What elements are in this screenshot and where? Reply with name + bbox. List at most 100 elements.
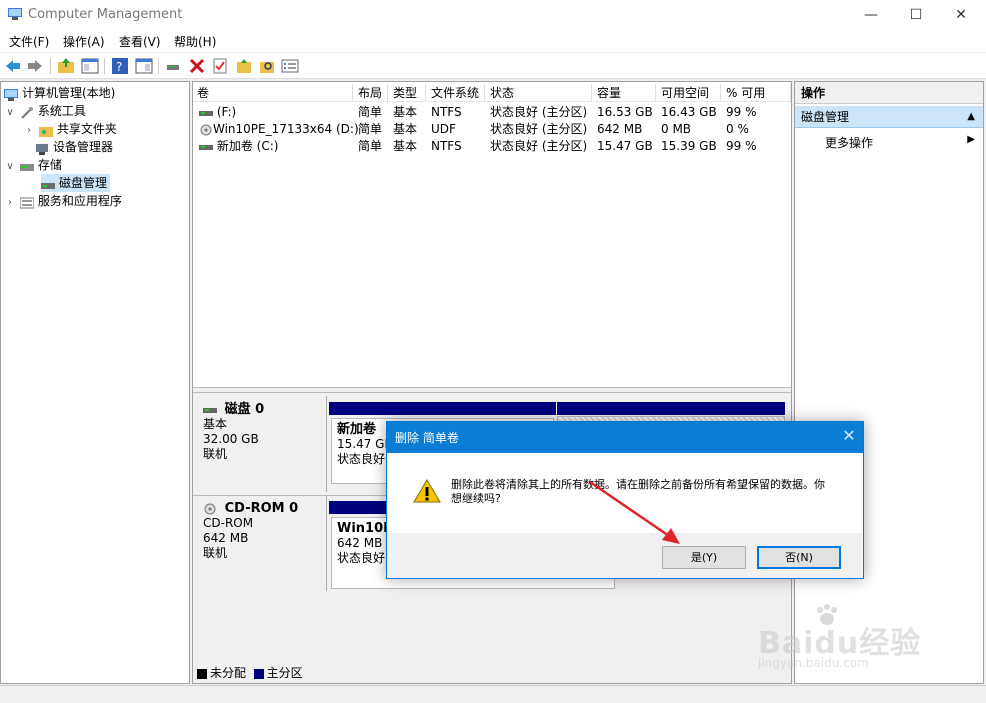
column-header-type[interactable]: 类型 <box>389 84 426 102</box>
minimize-button[interactable]: — <box>848 0 894 30</box>
volume-table: 卷 布局 类型 文件系统 状态 容量 可用空间 % 可用 (F:) 简单 基本 … <box>193 82 791 387</box>
volume-cell: (F:) <box>195 104 236 121</box>
percent-free-cell: 99 % <box>726 105 757 119</box>
column-header-capacity[interactable]: 容量 <box>593 84 656 102</box>
disk-icon <box>203 407 217 413</box>
chevron-right-icon: ▶ <box>967 134 975 145</box>
forward-arrow-icon[interactable] <box>26 57 44 75</box>
status-bar <box>0 685 986 703</box>
more-actions-label: 更多操作 <box>825 136 874 150</box>
layout-cell: 简单 <box>358 139 383 153</box>
toolbar-divider <box>50 58 51 74</box>
cdrom-0-label[interactable]: CD-ROM 0 CD-ROM 642 MB 联机 <box>195 495 327 591</box>
chevron-right-icon[interactable]: › <box>23 122 35 140</box>
tree-item-label: 磁盘管理 <box>59 176 108 190</box>
open-folder-icon[interactable] <box>235 57 253 75</box>
tree-item-shared-folders[interactable]: › 共享文件夹 <box>23 120 117 138</box>
tree-item-label: 共享文件夹 <box>56 122 117 136</box>
free-space-cell: 0 MB <box>661 122 692 136</box>
tree-item-storage[interactable]: ∨ 存储 <box>4 156 62 174</box>
toolbar: ? <box>0 53 986 79</box>
disk-status: 联机 <box>203 546 228 560</box>
tree-item-disk-management[interactable]: 磁盘管理 <box>41 174 111 192</box>
maximize-button[interactable]: ☐ <box>893 0 939 30</box>
legend-primary: 主分区 <box>266 666 303 680</box>
drive-icon <box>199 110 213 116</box>
computer-management-icon <box>8 8 22 20</box>
tree-item-label: 存储 <box>37 158 62 172</box>
table-row[interactable]: Win10PE_17133x64 (D:) 简单 基本 UDF 状态良好 (主分… <box>193 121 791 138</box>
list-view-icon[interactable] <box>281 57 299 75</box>
up-folder-icon[interactable] <box>57 57 75 75</box>
column-header-percent-free[interactable]: % 可用 <box>722 84 791 102</box>
legend-unallocated: 未分配 <box>210 666 247 680</box>
chevron-down-icon[interactable]: ∨ <box>4 158 16 176</box>
menu-action[interactable]: 操作(A) <box>63 33 105 50</box>
chevron-right-icon[interactable]: › <box>4 194 16 212</box>
percent-free-cell: 99 % <box>726 139 757 153</box>
filesystem-cell: NTFS <box>431 105 462 119</box>
unallocated-swatch <box>197 668 207 679</box>
delete-icon[interactable] <box>188 57 206 75</box>
menu-view[interactable]: 查看(V) <box>119 33 161 50</box>
layout-cell: 简单 <box>358 122 383 136</box>
connect-drive-icon[interactable] <box>165 57 183 75</box>
partition-bar <box>557 402 785 415</box>
column-header-volume[interactable]: 卷 <box>193 84 353 102</box>
status-cell: 状态良好 (主分区) <box>490 105 588 119</box>
tree-item-system-tools[interactable]: ∨ 系统工具 <box>4 102 86 120</box>
back-arrow-icon[interactable] <box>4 57 22 75</box>
help-icon[interactable]: ? <box>111 57 129 75</box>
type-cell: 基本 <box>393 139 418 153</box>
percent-free-cell: 0 % <box>726 122 749 136</box>
tree-item-label: 设备管理器 <box>53 140 114 154</box>
check-properties-icon[interactable] <box>211 57 229 75</box>
window-title: Computer Management <box>28 7 183 22</box>
actions-section-disk-management[interactable]: 磁盘管理 ▲ <box>795 106 983 128</box>
tree-item-device-manager[interactable]: 设备管理器 <box>35 138 113 156</box>
table-row[interactable]: (F:) 简单 基本 NTFS 状态良好 (主分区) 16.53 GB 16.4… <box>193 104 791 121</box>
disk-0-label[interactable]: 磁盘 0 基本 32.00 GB 联机 <box>195 396 327 492</box>
delete-volume-dialog: 删除 简单卷 ✕ 删除此卷将清除其上的所有数据。请在删除之前备份所有希望保留的数… <box>386 421 864 579</box>
partition-bar <box>329 402 556 415</box>
search-folder-icon[interactable] <box>258 57 276 75</box>
more-actions-item[interactable]: 更多操作 ▶ <box>825 134 975 151</box>
disk-name: 磁盘 0 <box>224 402 265 417</box>
pane-splitter[interactable] <box>193 387 791 393</box>
properties-pane-icon[interactable] <box>135 57 153 75</box>
yes-button[interactable]: 是(Y) <box>662 546 746 569</box>
column-header-layout[interactable]: 布局 <box>354 84 388 102</box>
column-header-free-space[interactable]: 可用空间 <box>657 84 721 102</box>
tree-item-services-applications[interactable]: › 服务和应用程序 <box>4 192 122 210</box>
chevron-down-icon[interactable]: ∨ <box>4 104 16 122</box>
cd-drive-icon <box>204 503 216 514</box>
shared-folder-icon <box>38 124 53 137</box>
table-row[interactable]: 新加卷 (C:) 简单 基本 NTFS 状态良好 (主分区) 15.47 GB … <box>193 138 791 155</box>
toolbar-divider <box>158 58 159 74</box>
legend: 未分配 主分区 <box>197 665 303 681</box>
dialog-message: 删除此卷将清除其上的所有数据。请在删除之前备份所有希望保留的数据。你想继续吗? <box>451 478 825 505</box>
navigation-tree: 计算机管理(本地) ∨ 系统工具 › 共享文件夹 设备管理器 ∨ 存储 磁盘管理… <box>0 81 190 684</box>
show-hide-tree-icon[interactable] <box>81 57 99 75</box>
tree-item-computer-management[interactable]: 计算机管理(本地) <box>4 84 115 102</box>
disk-size: 642 MB <box>203 531 249 545</box>
menu-bar: 文件(F) 操作(A) 查看(V) 帮助(H) <box>0 30 986 52</box>
close-window-button[interactable]: ✕ <box>938 0 984 30</box>
disk-management-icon <box>41 178 55 190</box>
column-header-status[interactable]: 状态 <box>486 84 592 102</box>
dialog-close-icon[interactable]: ✕ <box>839 426 859 446</box>
no-button[interactable]: 否(N) <box>757 546 841 569</box>
dialog-button-area: 是(Y) 否(N) <box>387 533 863 578</box>
actions-header: 操作 <box>795 82 983 104</box>
menu-file[interactable]: 文件(F) <box>9 33 49 50</box>
primary-partition-swatch <box>253 668 264 679</box>
status-cell: 状态良好 (主分区) <box>490 122 588 136</box>
filesystem-cell: NTFS <box>431 139 462 153</box>
cd-drive-icon <box>200 124 212 135</box>
tree-item-label: 计算机管理(本地) <box>22 86 116 100</box>
collapse-up-icon[interactable]: ▲ <box>967 106 975 128</box>
volume-cell: Win10PE_17133x64 (D:) <box>195 121 359 138</box>
toolbar-divider <box>104 58 105 74</box>
column-header-filesystem[interactable]: 文件系统 <box>427 84 485 102</box>
menu-help[interactable]: 帮助(H) <box>174 33 216 50</box>
